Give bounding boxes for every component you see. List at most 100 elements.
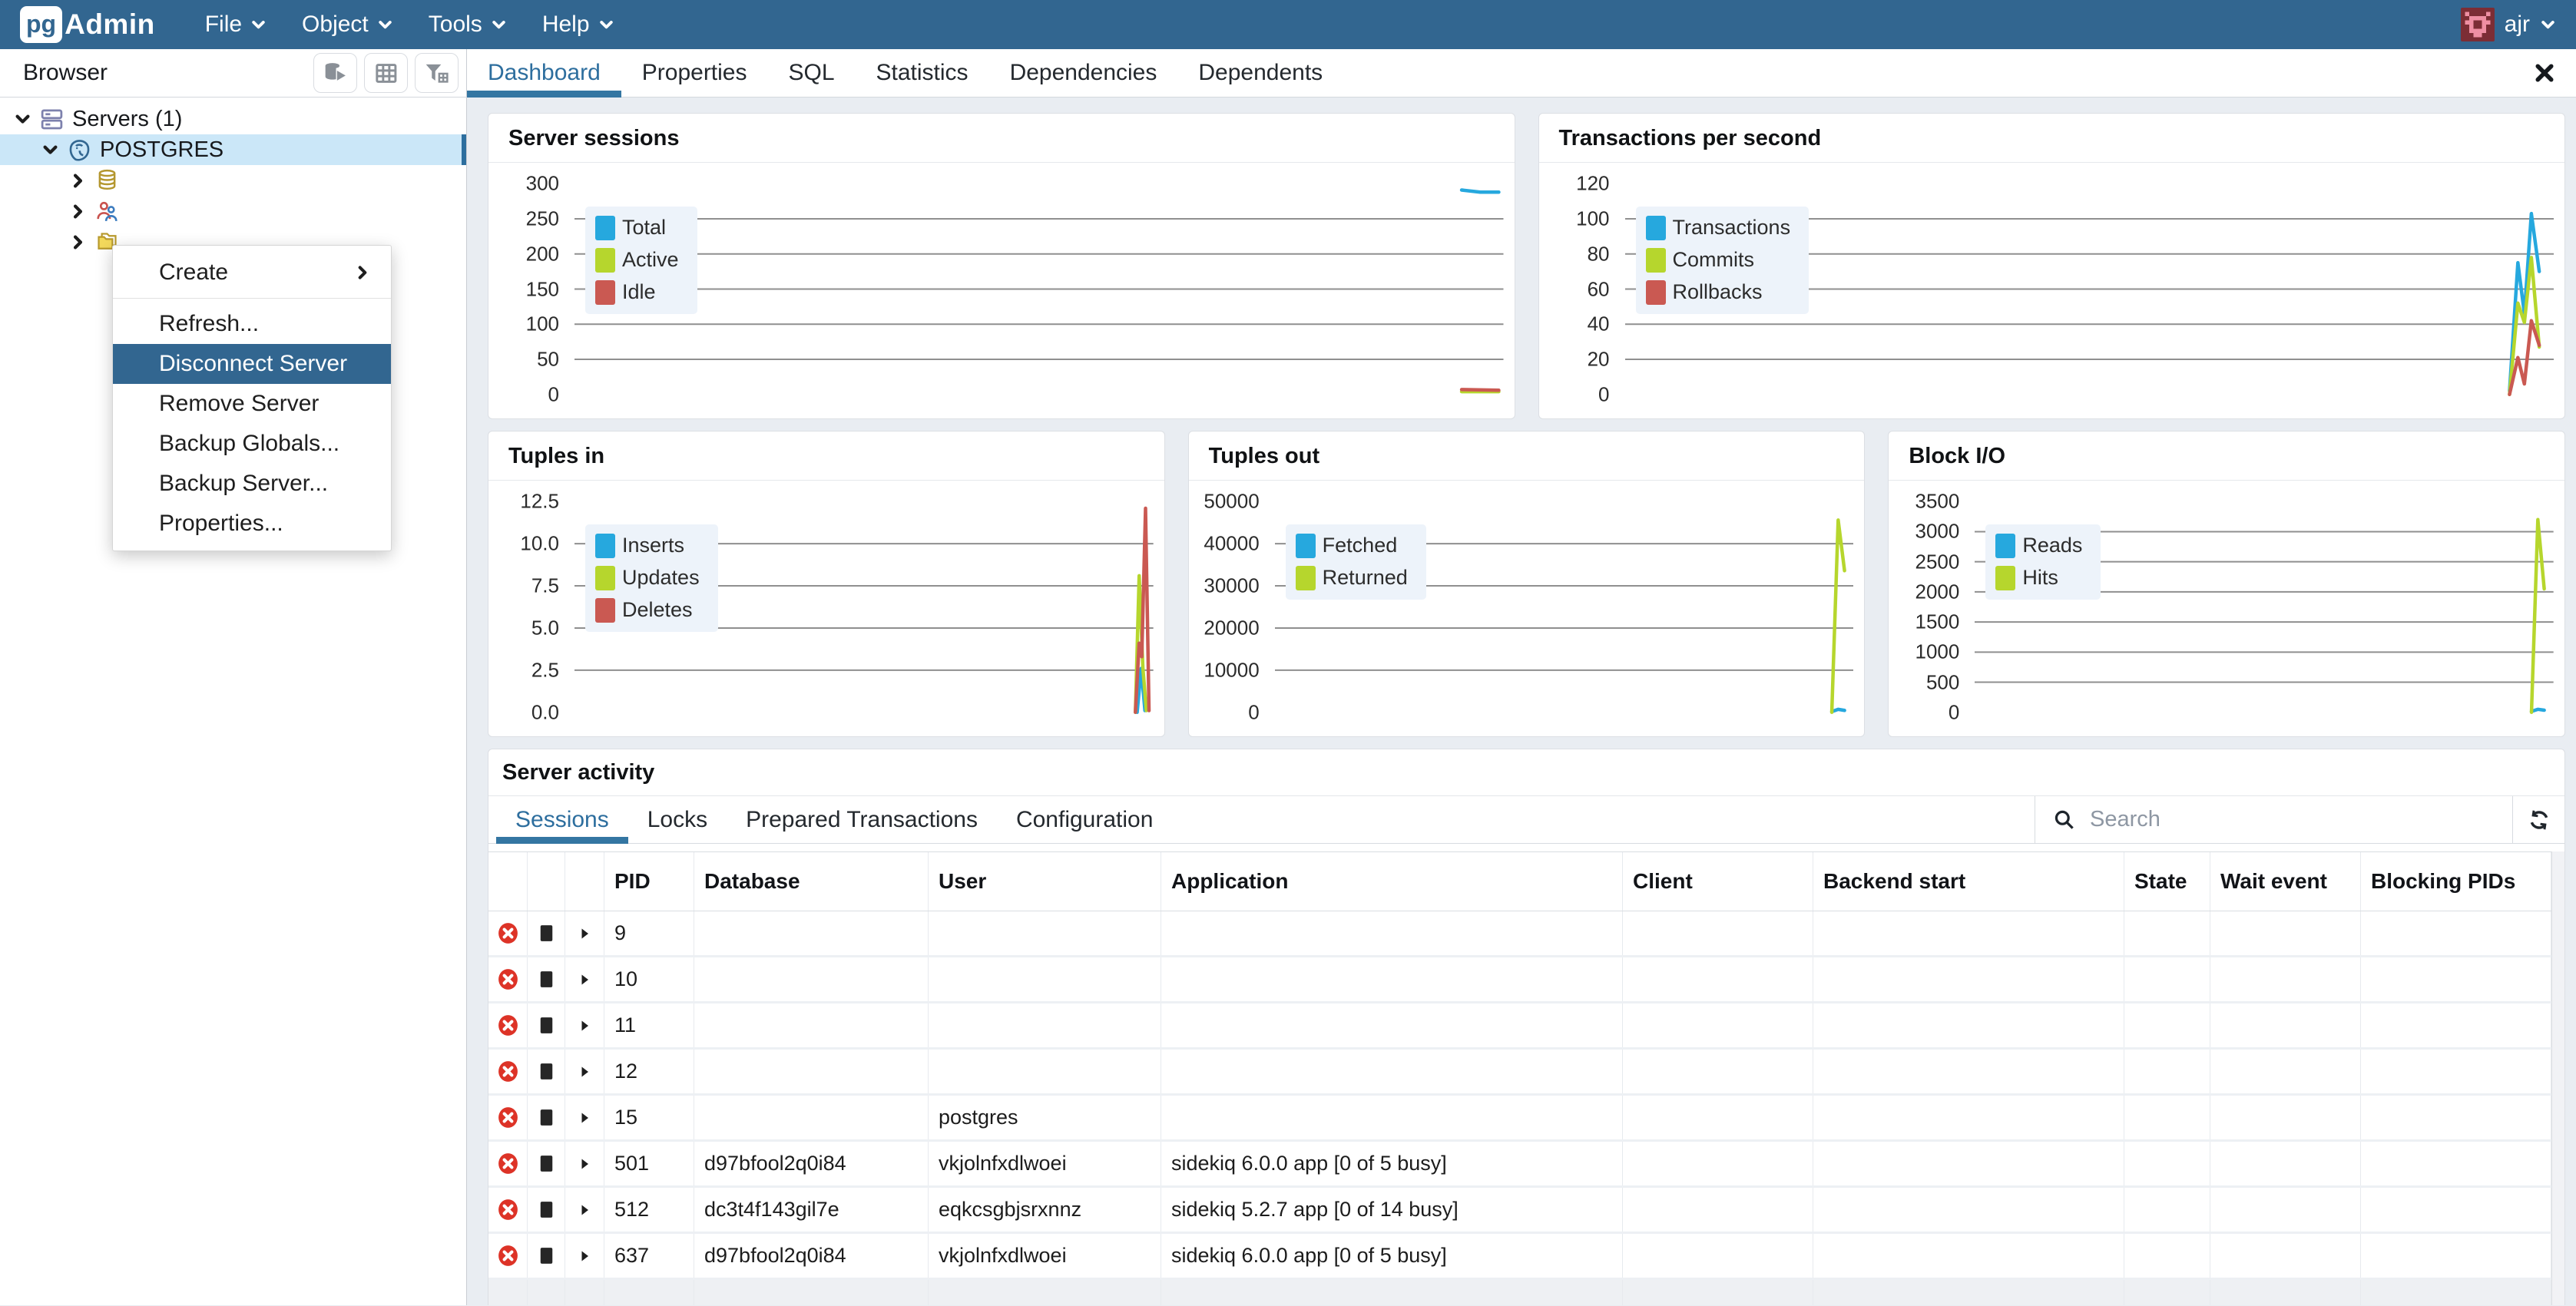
header-cell-state[interactable]: State xyxy=(2124,852,2210,911)
cancel-query-button[interactable] xyxy=(528,911,565,955)
activity-tab-sessions[interactable]: Sessions xyxy=(496,796,628,843)
server-group-icon xyxy=(39,107,65,132)
tab-statistics[interactable]: Statistics xyxy=(856,49,989,97)
menu-object[interactable]: Object xyxy=(284,0,411,49)
view-data-button[interactable] xyxy=(364,53,408,93)
header-cell-database[interactable]: Database xyxy=(694,852,929,911)
header-cell-wait-event[interactable]: Wait event xyxy=(2210,852,2361,911)
terminate-session-button[interactable] xyxy=(488,957,528,1001)
menu-divider xyxy=(113,298,391,299)
legend-label: Hits xyxy=(2022,566,2058,590)
chevron-right-icon[interactable] xyxy=(69,203,87,220)
header-cell-backend-start[interactable]: Backend start xyxy=(1813,852,2124,911)
cancel-query-button[interactable] xyxy=(528,1188,565,1232)
user-menu[interactable]: ajr xyxy=(2461,8,2556,41)
search-input[interactable] xyxy=(2090,807,2495,832)
cell-database xyxy=(694,957,929,1001)
tree-item-postgres[interactable]: POSTGRES xyxy=(0,134,466,165)
expand-row-button[interactable] xyxy=(565,957,604,1001)
y-tick-label: 2.5 xyxy=(531,658,559,682)
filtered-rows-button[interactable] xyxy=(415,53,459,93)
cancel-query-button[interactable] xyxy=(528,1142,565,1185)
tree-item-servers[interactable]: Servers (1) xyxy=(0,104,466,134)
close-panel-button[interactable] xyxy=(2513,49,2576,97)
menu-tools[interactable]: Tools xyxy=(411,0,525,49)
chevron-right-icon[interactable] xyxy=(69,233,87,251)
terminate-session-button[interactable] xyxy=(488,1142,528,1185)
context-menu-item-backup-server[interactable]: Backup Server... xyxy=(113,464,391,504)
query-tool-button[interactable] xyxy=(313,53,357,93)
terminate-session-button[interactable] xyxy=(488,1003,528,1047)
expand-row-button[interactable] xyxy=(565,1234,604,1278)
cancel-query-button[interactable] xyxy=(528,1003,565,1047)
cancel-query-button[interactable] xyxy=(528,1096,565,1139)
cell-backend-start xyxy=(1813,1142,2124,1185)
header-cell-pid[interactable]: PID xyxy=(604,852,694,911)
chevron-down-icon[interactable] xyxy=(41,141,59,159)
expand-row-button[interactable] xyxy=(565,1050,604,1093)
terminate-session-icon xyxy=(496,1152,520,1175)
expand-row-icon xyxy=(575,1017,594,1035)
user-avatar xyxy=(2461,8,2495,41)
legend-item: Commits xyxy=(1646,248,1791,273)
terminate-session-icon xyxy=(496,1060,520,1083)
activity-tab-configuration[interactable]: Configuration xyxy=(997,796,1172,843)
cancel-query-button[interactable] xyxy=(528,957,565,1001)
header-cell-client[interactable]: Client xyxy=(1623,852,1813,911)
expand-row-button[interactable] xyxy=(565,911,604,955)
context-menu-item-properties[interactable]: Properties... xyxy=(113,504,391,544)
cell-backend-start xyxy=(1813,1096,2124,1139)
tab-dashboard[interactable]: Dashboard xyxy=(467,49,621,97)
y-tick-label: 3000 xyxy=(1915,520,1960,544)
y-tick-label: 0 xyxy=(1248,700,1259,724)
tree-item-databases[interactable] xyxy=(0,165,466,196)
header-cell-blocking-pids[interactable]: Blocking PIDs xyxy=(2361,852,2551,911)
expand-row-button[interactable] xyxy=(565,1096,604,1139)
tree-item-login-group-roles[interactable] xyxy=(0,196,466,226)
tab-properties[interactable]: Properties xyxy=(621,49,768,97)
cell-empty xyxy=(1161,1280,1623,1305)
pg-logo-badge: pg xyxy=(20,6,62,43)
expand-row-button[interactable] xyxy=(565,1003,604,1047)
header-cell-application[interactable]: Application xyxy=(1161,852,1623,911)
context-menu-item-create[interactable]: Create xyxy=(113,253,391,293)
cell-application xyxy=(1161,1050,1623,1093)
cancel-query-button[interactable] xyxy=(528,1050,565,1093)
header-cell-user[interactable]: User xyxy=(929,852,1161,911)
activity-tab-locks[interactable]: Locks xyxy=(628,796,727,843)
context-menu-item-disconnect-server[interactable]: Disconnect Server xyxy=(113,344,391,384)
refresh-button[interactable] xyxy=(2512,796,2564,843)
cell-pid: 11 xyxy=(604,1003,694,1047)
chevron-right-icon[interactable] xyxy=(69,172,87,190)
tab-sql[interactable]: SQL xyxy=(768,49,856,97)
y-axis-labels: 050100150200250300 xyxy=(488,172,565,406)
y-axis-labels: 01000020000300004000050000 xyxy=(1189,490,1266,724)
terminate-session-button[interactable] xyxy=(488,1050,528,1093)
tab-dependencies[interactable]: Dependencies xyxy=(989,49,1178,97)
cell-client xyxy=(1623,1142,1813,1185)
context-menu-item-refresh[interactable]: Refresh... xyxy=(113,304,391,344)
cell-empty xyxy=(929,1280,1161,1305)
server-activity-panel: Server activity SessionsLocksPrepared Tr… xyxy=(488,749,2565,1305)
y-tick-label: 0.0 xyxy=(531,700,559,724)
tab-dependents[interactable]: Dependents xyxy=(1177,49,1343,97)
chevron-down-icon[interactable] xyxy=(14,111,31,128)
terminate-session-button[interactable] xyxy=(488,1234,528,1278)
cancel-query-icon xyxy=(535,1152,558,1175)
cancel-query-button[interactable] xyxy=(528,1234,565,1278)
context-menu-item-remove-server[interactable]: Remove Server xyxy=(113,384,391,424)
terminate-session-button[interactable] xyxy=(488,1096,528,1139)
cell-pid: 9 xyxy=(604,911,694,955)
activity-tab-prepared-transactions[interactable]: Prepared Transactions xyxy=(727,796,997,843)
cell-blocking-pids xyxy=(2361,957,2551,1001)
menu-help[interactable]: Help xyxy=(525,0,632,49)
expand-row-button[interactable] xyxy=(565,1188,604,1232)
chevron-down-icon xyxy=(250,17,267,33)
terminate-session-button[interactable] xyxy=(488,1188,528,1232)
expand-row-button[interactable] xyxy=(565,1142,604,1185)
context-menu-item-backup-globals[interactable]: Backup Globals... xyxy=(113,424,391,464)
menu-file[interactable]: File xyxy=(187,0,284,49)
terminate-session-button[interactable] xyxy=(488,911,528,955)
pgadmin-logo[interactable]: pg Admin xyxy=(20,6,155,43)
table-scrollbar[interactable] xyxy=(2551,851,2564,1305)
